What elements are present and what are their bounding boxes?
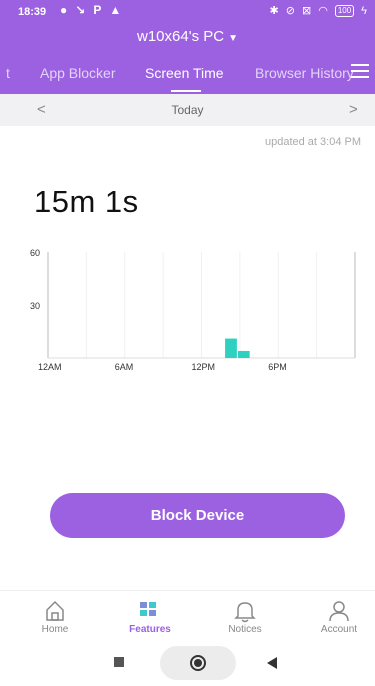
wifi-icon: ◠ [318, 5, 328, 17]
bluetooth-icon: ✱ [269, 5, 279, 17]
tab-screen-time[interactable]: Screen Time [145, 65, 224, 81]
tab-app-blocker[interactable]: App Blocker [40, 65, 115, 81]
chart-x-tick-label: 12AM [38, 362, 62, 372]
notification-icons: ● ↘ P ▲ [60, 3, 121, 17]
chart-y-tick-label: 60 [30, 248, 40, 258]
tab-partial[interactable]: t [6, 65, 10, 81]
nav-account-label: Account [320, 624, 358, 635]
bell-icon [234, 602, 256, 623]
sim-icon: ⊠ [301, 5, 312, 17]
total-screen-time: 15m 1s [34, 184, 139, 219]
next-day-button[interactable]: > [349, 101, 358, 118]
battery-icon: 100 [334, 4, 355, 17]
nav-account[interactable]: Account [304, 597, 374, 635]
status-bar: 18:39 ● ↘ P ▲ ✱ ⊘ ⊠ ◠ 100 ϟ [0, 0, 375, 26]
menu-icon[interactable] [351, 64, 369, 80]
app-header: 18:39 ● ↘ P ▲ ✱ ⊘ ⊠ ◠ 100 ϟ w10x64's PC ▼… [0, 0, 375, 94]
warning-icon: ▲ [109, 3, 122, 17]
status-time: 18:39 [18, 6, 47, 18]
tab-browser-history[interactable]: Browser History [255, 65, 354, 81]
device-name: w10x64's PC [137, 28, 225, 45]
nav-home-label: Home [41, 624, 69, 635]
chart-y-tick-label: 30 [30, 301, 40, 311]
tab-indicator [171, 90, 201, 92]
charging-icon: ϟ [361, 4, 367, 17]
device-selector[interactable]: w10x64's PC ▼ [0, 28, 375, 45]
bottom-navigation: Home Features Notices Account [0, 590, 375, 642]
nav-notices-label: Notices [228, 624, 262, 635]
chart-x-tick-label: 12PM [192, 362, 216, 372]
home-icon [46, 600, 64, 621]
date-navigator: < Today > [0, 94, 375, 126]
nav-home[interactable]: Home [20, 597, 90, 635]
chart-x-tick-label: 6AM [115, 362, 134, 372]
alarm-icon: ⊘ [285, 5, 295, 17]
screen: 18:39 ● ↘ P ▲ ✱ ⊘ ⊠ ◠ 100 ϟ w10x64's PC ▼… [0, 0, 375, 686]
recents-icon[interactable] [114, 657, 124, 667]
chevron-down-icon: ▼ [228, 33, 238, 44]
nav-features[interactable]: Features [115, 597, 185, 635]
date-label: Today [171, 103, 204, 117]
nav-notices[interactable]: Notices [210, 597, 280, 635]
nav-features-label: Features [129, 624, 171, 635]
back-icon[interactable] [267, 657, 277, 669]
grid-icon [140, 602, 156, 616]
user-icon [329, 601, 349, 622]
system-navigation-bar [0, 642, 375, 686]
tab-bar: t App Blocker Screen Time Browser Histor… [0, 58, 375, 94]
block-device-button[interactable]: Block Device [50, 493, 345, 538]
chart-bar [237, 350, 250, 358]
system-icons: ✱ ⊘ ⊠ ◠ 100 ϟ [270, 4, 367, 17]
person-icon: ● [60, 3, 68, 17]
phone-icon: ↘ [75, 3, 86, 17]
parking-icon: P [93, 3, 102, 17]
updated-time: updated at 3:04 PM [264, 136, 361, 148]
chart-x-tick-label: 6PM [268, 362, 287, 372]
chart-bar [225, 338, 237, 358]
system-nav-icons [114, 646, 277, 680]
